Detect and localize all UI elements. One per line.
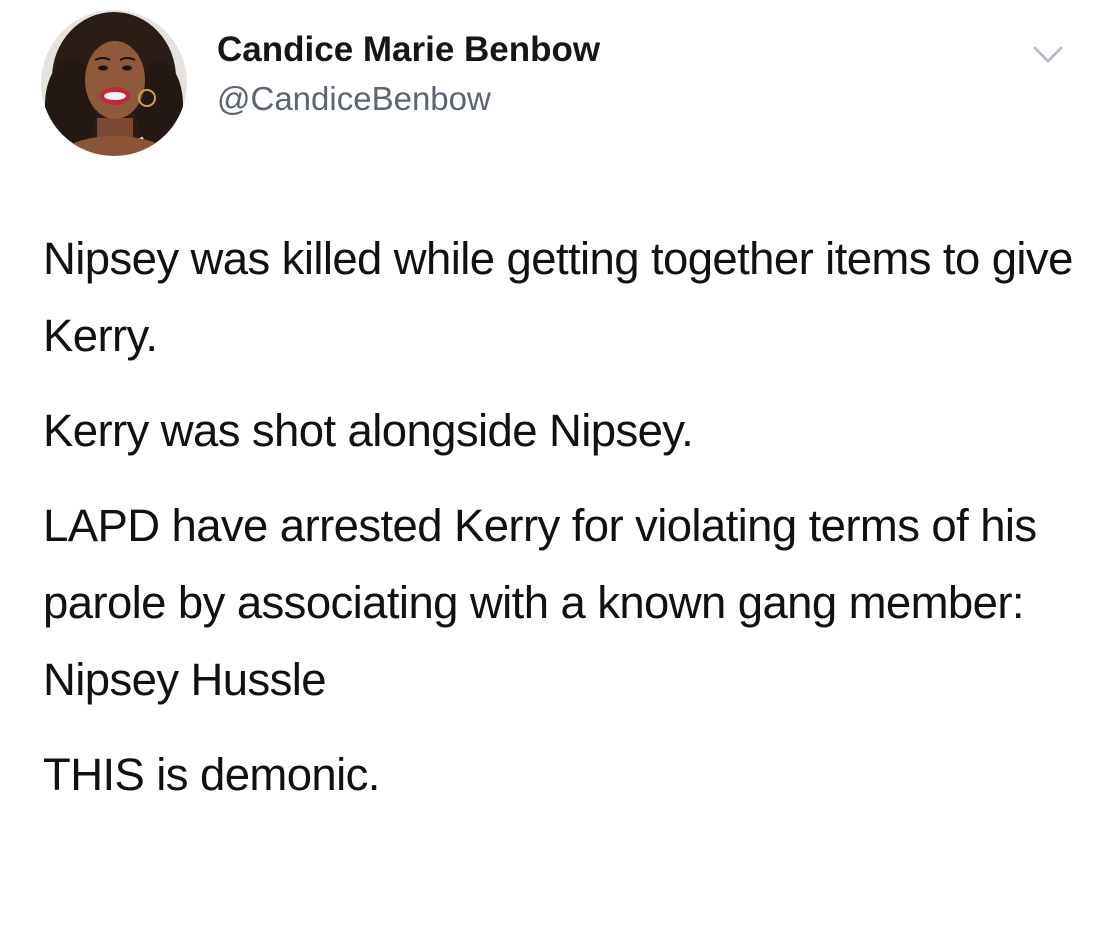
tweet-paragraph: THIS is demonic. (43, 749, 380, 800)
avatar[interactable] (41, 10, 187, 156)
user-handle[interactable]: @CandiceBenbow (217, 78, 491, 120)
display-name[interactable]: Candice Marie Benbow (217, 28, 600, 72)
avatar-image (41, 10, 187, 156)
tweet-text: Nipsey was killed while getting together… (43, 220, 1093, 831)
tweet-card: Candice Marie Benbow @CandiceBenbow Nips… (0, 0, 1112, 939)
tweet-paragraph: Kerry was shot alongside Nipsey. (43, 405, 694, 456)
tweet-paragraph: Nipsey was killed while getting together… (43, 233, 1073, 361)
tweet-paragraph: LAPD have arrested Kerry for violating t… (43, 500, 1037, 705)
chevron-down-icon[interactable] (1032, 44, 1064, 66)
